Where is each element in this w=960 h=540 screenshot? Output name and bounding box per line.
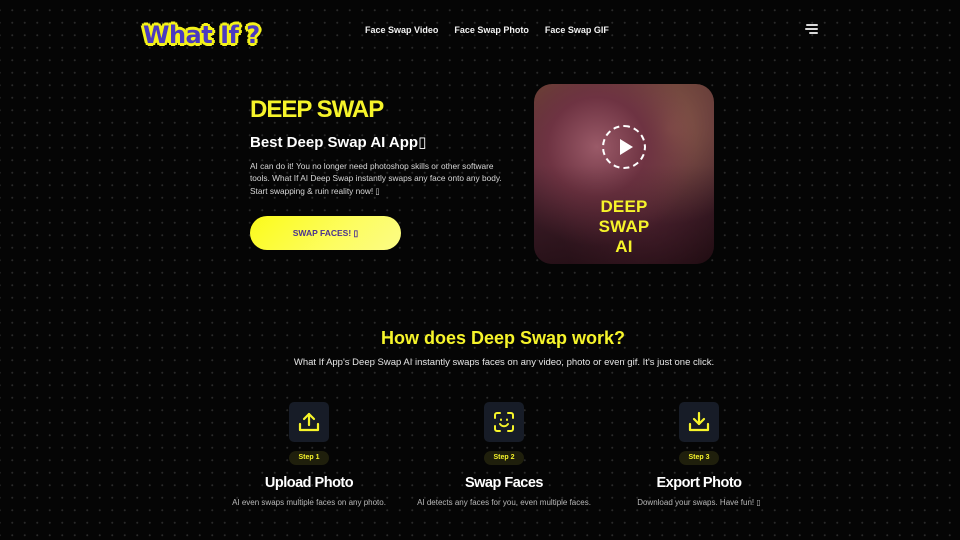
hero-description: AI can do it! You no longer need photosh… <box>250 161 502 196</box>
step-title: Export Photo <box>656 475 742 491</box>
swap-faces-button[interactable]: SWAP FACES! ▯ <box>250 216 401 250</box>
demo-video[interactable]: DEEP SWAP AI <box>534 84 714 264</box>
logo[interactable]: What If ? <box>143 21 260 49</box>
hero-subtitle: Best Deep Swap AI App▯ <box>250 134 427 151</box>
step-description: AI even swaps multiple faces on any phot… <box>232 498 386 507</box>
step-title: Upload Photo <box>264 475 354 491</box>
download-icon <box>679 402 719 442</box>
step-upload: Step 1 Upload Photo AI even swaps multip… <box>209 402 409 508</box>
section-title: How does Deep Swap work? <box>380 328 626 348</box>
hero-title: DEEP SWAP <box>250 96 384 123</box>
step-badge: Step 1 <box>289 451 329 465</box>
nav-face-swap-photo[interactable]: Face Swap Photo <box>454 24 529 36</box>
step-badge: Step 3 <box>679 451 719 465</box>
menu-line <box>809 32 818 34</box>
video-caption-line: DEEP <box>600 197 648 216</box>
face-scan-icon <box>484 402 524 442</box>
video-caption-line: AI <box>615 237 633 256</box>
step-swap: Step 2 Swap Faces AI detects any faces f… <box>404 402 604 508</box>
main-nav: Face Swap Video Face Swap Photo Face Swa… <box>365 24 609 36</box>
nav-face-swap-video[interactable]: Face Swap Video <box>365 24 438 36</box>
video-caption-line: SWAP <box>598 217 650 236</box>
step-export: Step 3 Export Photo Download your swaps.… <box>599 402 799 508</box>
menu-line <box>805 28 818 30</box>
hamburger-menu-icon[interactable] <box>804 23 818 35</box>
play-icon[interactable] <box>620 139 633 155</box>
upload-icon <box>289 402 329 442</box>
nav-face-swap-gif[interactable]: Face Swap GIF <box>545 24 609 36</box>
step-badge: Step 2 <box>484 451 524 465</box>
menu-line <box>806 24 818 26</box>
section-description: What If App's Deep Swap AI instantly swa… <box>293 357 715 368</box>
site-header: What If ? Face Swap Video Face Swap Phot… <box>0 0 960 60</box>
step-title: Swap Faces <box>464 475 544 491</box>
video-caption: DEEP SWAP AI <box>534 197 714 257</box>
step-description: Download your swaps. Have fun! ▯ <box>637 498 761 507</box>
step-description: AI detects any faces for you, even multi… <box>417 498 591 507</box>
